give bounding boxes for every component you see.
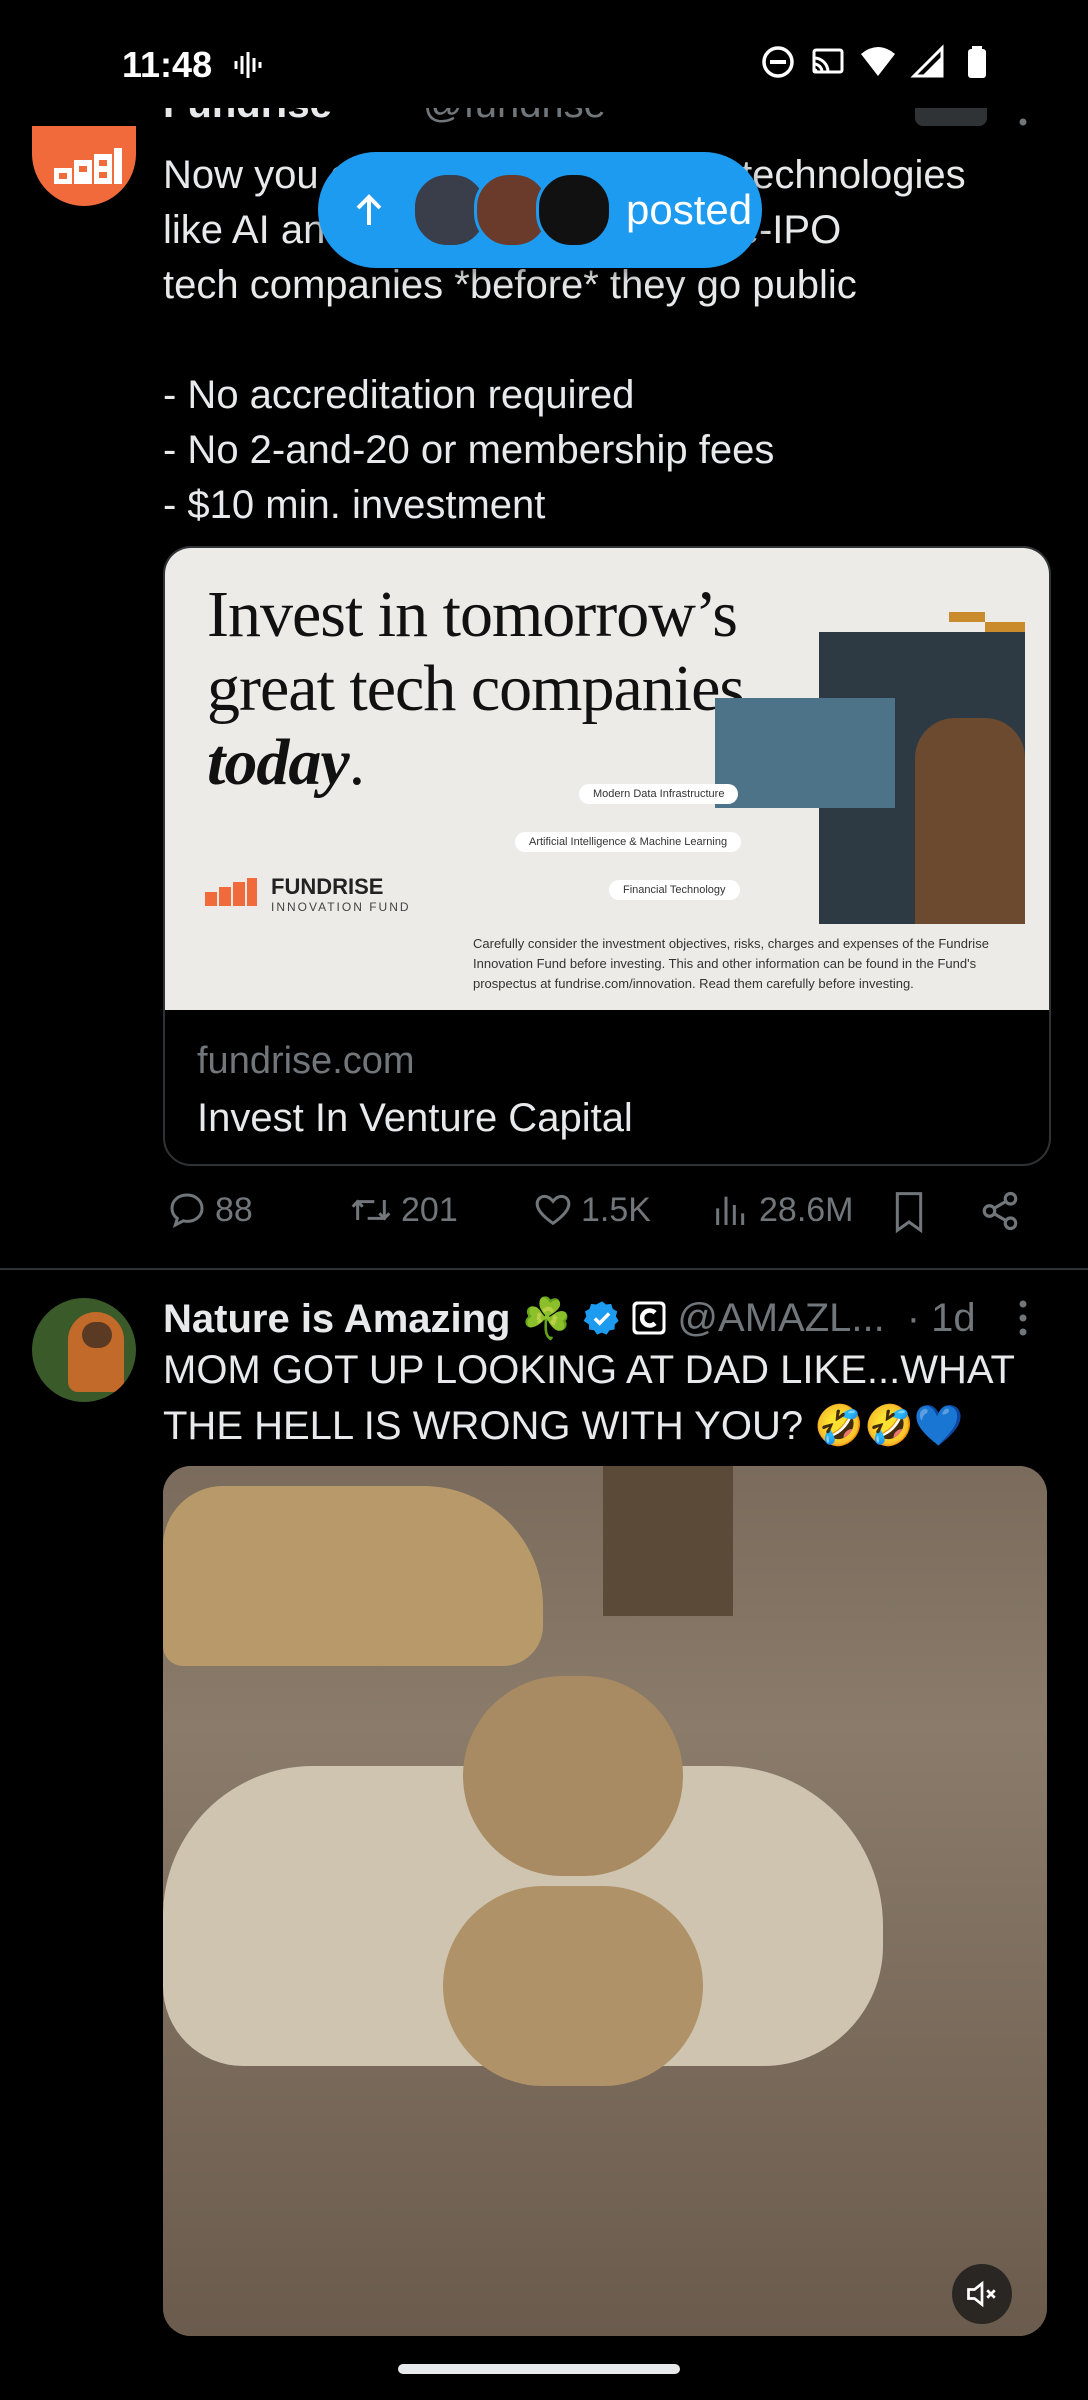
link-card[interactable]: Invest in tomorrow’s great tech companie… <box>163 546 1051 1166</box>
tweet-divider <box>0 1268 1088 1270</box>
more-options-icon[interactable] <box>1016 1298 1030 1343</box>
display-name[interactable]: Nature is Amazing ☘️ <box>163 1295 571 1342</box>
handle[interactable]: @AMAZL... <box>677 1296 884 1341</box>
views-button[interactable]: 28.6M <box>711 1190 854 1230</box>
share-icon <box>982 1191 1018 1231</box>
arrow-up-icon <box>356 194 382 225</box>
share-button[interactable] <box>979 1190 1021 1232</box>
orangutan-face <box>82 1322 112 1348</box>
ad-disclaimer: Carefully consider the investment object… <box>473 936 989 991</box>
tweet-text-line: - No 2-and-20 or membership fees <box>163 428 775 472</box>
reply-count: 88 <box>215 1190 253 1229</box>
ad-badge <box>915 108 987 126</box>
accent-block <box>985 622 1025 632</box>
voice-activity-icon <box>232 50 262 85</box>
ad-image: Invest in tomorrow’s great tech companie… <box>165 548 1049 1010</box>
reply-button[interactable]: 88 <box>167 1190 253 1230</box>
monitor-screen <box>715 698 895 808</box>
repost-count: 201 <box>401 1190 458 1229</box>
poster-avatars <box>412 172 612 248</box>
fundrise-avatar[interactable] <box>32 126 136 206</box>
affiliate-badge-icon <box>632 1301 666 1335</box>
tweet-header-partial: Fundrise @fundrise <box>163 108 1043 130</box>
jaguar-cub <box>443 1886 703 2086</box>
cast-icon <box>812 48 844 74</box>
do-not-disturb-icon <box>762 46 794 78</box>
tweet-text-line <box>163 313 1043 368</box>
jaguar-top <box>163 1486 543 1666</box>
status-time: 11:48 <box>122 44 213 85</box>
tweet-text-line: - No accreditation required <box>163 373 635 417</box>
tree-trunk <box>603 1466 733 1616</box>
analytics-icon <box>716 1196 745 1225</box>
person-figure <box>915 718 1025 924</box>
heart-icon <box>535 1194 571 1226</box>
mute-button[interactable] <box>952 2264 1012 2324</box>
nature-avatar[interactable] <box>32 1298 136 1402</box>
status-icons <box>760 44 996 80</box>
battery-icon <box>968 46 986 78</box>
jaguar-cub <box>463 1676 683 1876</box>
new-posts-label: posted <box>626 186 753 233</box>
home-indicator[interactable] <box>398 2364 680 2374</box>
tweet-text: MOM GOT UP LOOKING AT DAD LIKE...WHAT TH… <box>163 1348 1015 1448</box>
like-button[interactable]: 1.5K <box>533 1190 651 1230</box>
tag-chip: Artificial Intelligence & Machine Learni… <box>515 832 742 852</box>
reply-icon <box>170 1193 204 1228</box>
new-posts-pill[interactable]: posted <box>318 152 762 268</box>
more-options-icon[interactable] <box>1016 116 1030 145</box>
verified-badge-icon <box>584 1301 620 1335</box>
accent-block <box>949 612 985 622</box>
tag-chip: Modern Data Infrastructure <box>579 784 739 804</box>
tweet-header: Nature is Amazing ☘️ @AMAZL... · 1d <box>163 1292 976 1344</box>
avatar <box>536 172 612 248</box>
bookmark-button[interactable] <box>889 1190 929 1234</box>
wifi-icon <box>861 47 895 76</box>
ad-headline: Invest in tomorrow’s great tech companie… <box>207 578 761 799</box>
repost-button[interactable]: 201 <box>349 1190 458 1230</box>
like-count: 1.5K <box>581 1190 651 1229</box>
cell-signal-icon <box>910 44 944 78</box>
fundrise-logo-icon <box>205 878 257 906</box>
tag-chip: Financial Technology <box>609 880 740 900</box>
brand-name: FUNDRISE <box>271 874 384 899</box>
tweet-text-line: - $10 min. investment <box>163 483 546 527</box>
bookmark-icon <box>895 1192 923 1234</box>
card-title: Invest In Venture Capital <box>197 1096 633 1140</box>
post-time[interactable]: · 1d <box>907 1296 976 1341</box>
volume-off-icon <box>967 2280 996 2308</box>
video-player[interactable] <box>163 1466 1047 2336</box>
card-domain: fundrise.com <box>197 1040 415 1082</box>
brand-subtitle: INNOVATION FUND <box>271 900 411 914</box>
repost-icon <box>351 1199 391 1221</box>
tweet-actions: 88 201 1.5K 28.6M <box>163 1190 1043 1246</box>
view-count: 28.6M <box>759 1190 854 1229</box>
